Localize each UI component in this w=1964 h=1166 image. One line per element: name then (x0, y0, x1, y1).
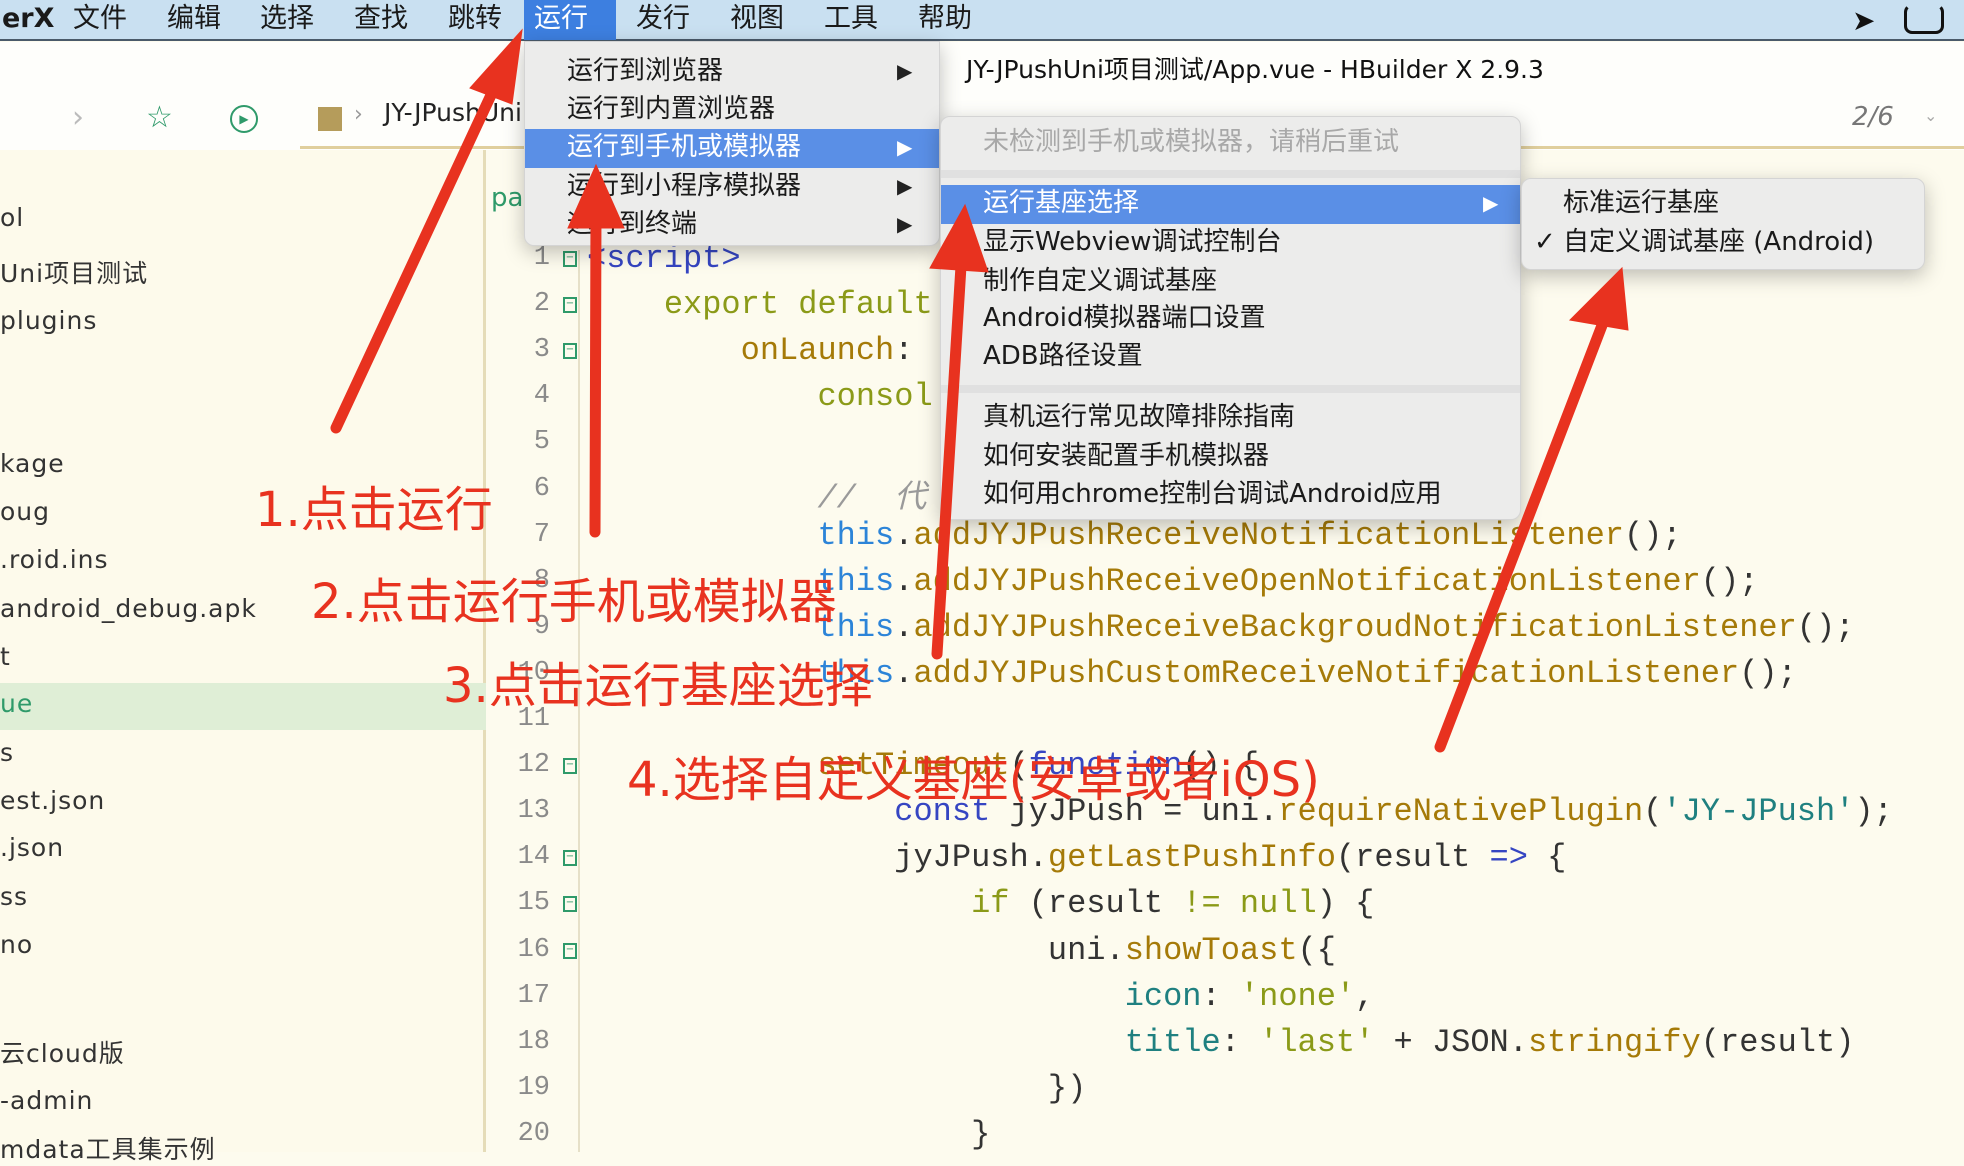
annotation-arrowhead-3 (929, 203, 989, 273)
annotation-arrow-4 (1434, 309, 1612, 753)
annotation-arrow-1 (330, 74, 504, 434)
annotation-arrow-3 (931, 244, 968, 660)
annotation-arrowhead-2 (567, 163, 625, 229)
annotation-arrows (330, 28, 1629, 753)
annotation-arrow-2 (589, 204, 602, 538)
annotation-step-3: 3.点击运行基座选择 (443, 658, 873, 714)
annotation-step-2: 2.点击运行手机或模拟器 (311, 574, 837, 630)
annotation-arrowhead-1 (469, 28, 523, 105)
annotation-arrowhead-4 (1568, 266, 1629, 331)
annotation-step-1: 1.点击运行 (255, 482, 493, 538)
annotation-step-4: 4.选择自定义基座(安卓或者iOS) (627, 752, 1320, 808)
